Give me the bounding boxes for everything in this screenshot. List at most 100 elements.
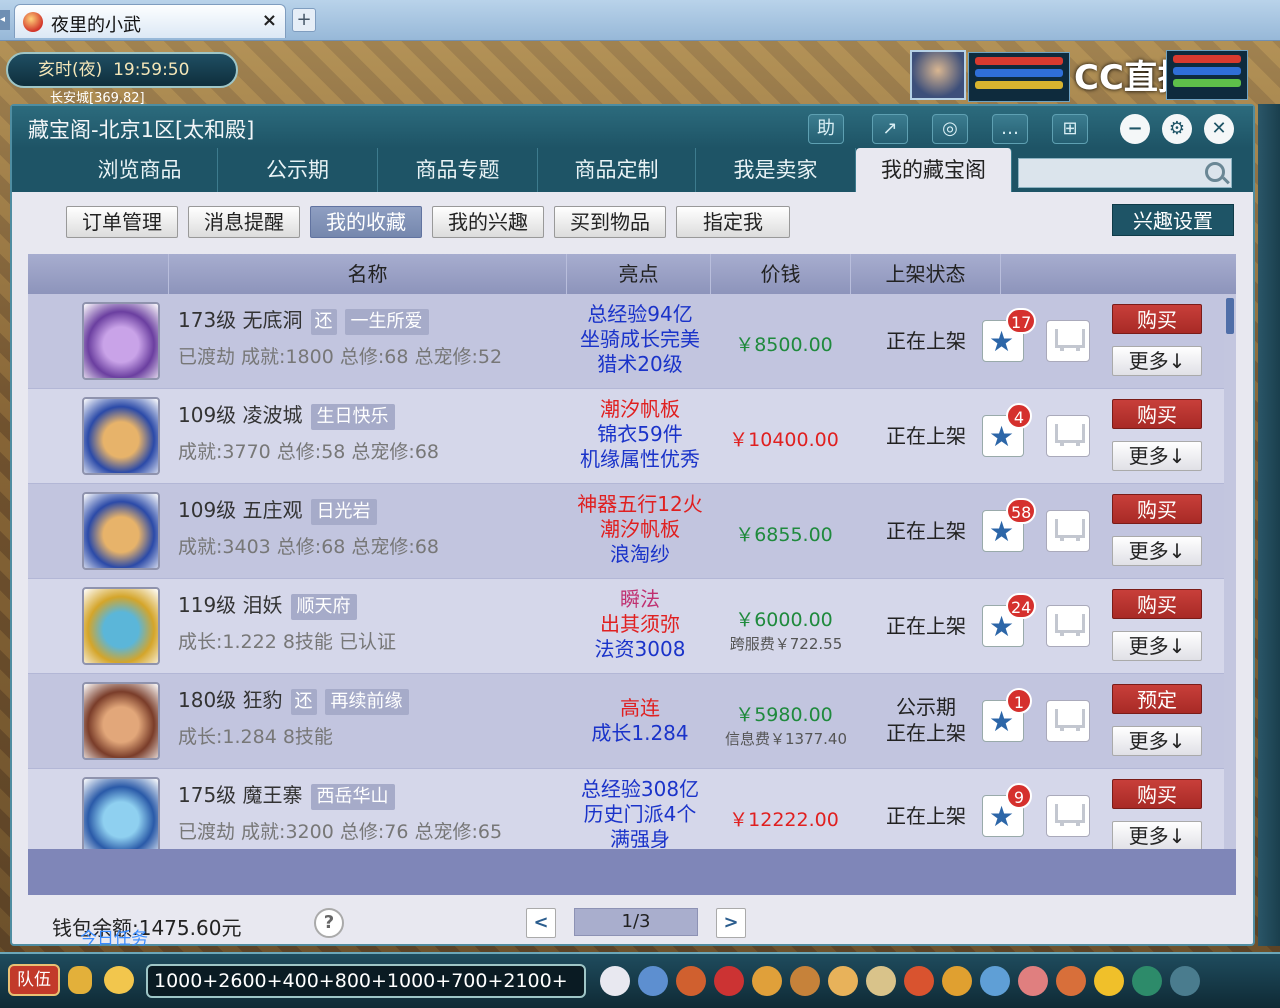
firework-icon[interactable] [904,966,934,996]
computer-icon[interactable] [1170,966,1200,996]
more-button[interactable]: 更多↓ [1112,441,1202,471]
add-to-cart-button[interactable] [1046,700,1090,742]
treasure-chest-icon[interactable] [676,966,706,996]
system-icon[interactable] [1132,966,1162,996]
add-to-cart-button[interactable] [1046,510,1090,552]
help-icon[interactable]: 助 [808,114,844,144]
my-interests-button[interactable]: 我的兴趣 [432,206,544,238]
new-tab-button[interactable]: + [292,8,316,32]
item-title[interactable]: 119级 泪妖 顺天府 [178,589,357,620]
game-clock: 亥时(夜) 19:59:50 [6,52,238,88]
item-title[interactable]: 109级 凌波城 生日快乐 [178,399,395,430]
daily-task-overlay[interactable]: 今日任务 [80,924,148,949]
more-button[interactable]: 更多↓ [1112,536,1202,566]
search-input[interactable] [1018,158,1232,188]
next-page-button[interactable]: > [716,908,746,938]
tab-public-period[interactable]: 公示期 [218,148,378,192]
buy-button[interactable]: 购买 [1112,304,1202,334]
assigned-to-me-button[interactable]: 指定我 [676,206,790,238]
team-button[interactable]: 队伍 [8,964,60,996]
character-avatar[interactable] [82,492,160,570]
character-avatar[interactable] [82,587,160,665]
tab-seller[interactable]: 我是卖家 [696,148,856,192]
item-title[interactable]: 180级 狂豹还再续前缘 [178,684,409,715]
item-title[interactable]: 173级 无底洞还一生所爱 [178,304,429,335]
table-footer-band [28,849,1236,895]
tab-topics[interactable]: 商品专题 [378,148,538,192]
purchased-items-button[interactable]: 买到物品 [554,206,666,238]
add-to-cart-button[interactable] [1046,415,1090,457]
close-tab-icon[interactable]: × [262,10,277,31]
tab-browse[interactable]: 浏览商品 [62,148,218,192]
emote-icon[interactable] [104,966,134,994]
minimize-icon[interactable]: − [1120,114,1150,144]
buy-button[interactable]: 购买 [1112,589,1202,619]
scrollbar-thumb[interactable] [1226,298,1234,334]
tab-scroll-left-icon[interactable]: ◂ [0,10,10,30]
interest-settings-button[interactable]: 兴趣设置 [1112,204,1234,236]
character-avatar[interactable] [82,397,160,475]
guild-icon[interactable] [790,966,820,996]
item-highlights: 瞬法 出其须弥 法资3008 [568,587,712,662]
item-tag: 生日快乐 [310,404,395,430]
my-favorites-button[interactable]: 我的收藏 [310,206,422,238]
item-highlights: 高连 成长1.284 [568,696,712,746]
tab-my-pavilion[interactable]: 我的藏宝阁 [856,148,1012,192]
table-scrollbar[interactable] [1224,294,1236,849]
item-title[interactable]: 109级 五庄观 日光岩 [178,494,377,525]
help-question-icon[interactable]: ? [314,908,344,938]
settings-gear-icon[interactable]: ⚙ [1162,114,1192,144]
listing-status: 正在上架 [876,613,976,639]
buy-button[interactable]: 购买 [1112,399,1202,429]
notifications-button[interactable]: 消息提醒 [188,206,300,238]
character-avatar[interactable] [82,302,160,380]
scroll-icon[interactable] [866,966,896,996]
prev-page-button[interactable]: < [526,908,556,938]
table-row[interactable]: 175级 魔王寨 西岳华山 已渡劫 成就:3200 总修:76 总宠修:65 总经验3… [28,769,1224,849]
order-management-button[interactable]: 订单管理 [66,206,178,238]
microphone-icon[interactable] [68,966,92,994]
record-icon[interactable]: ◎ [932,114,968,144]
more-button[interactable]: 更多↓ [1112,726,1202,756]
chat-bubble-icon[interactable]: … [992,114,1028,144]
search-icon[interactable] [1205,162,1225,182]
tab-custom[interactable]: 商品定制 [538,148,696,192]
chat-input[interactable]: 1000+2600+400+800+1000+700+2100+ [146,964,586,998]
table-row[interactable]: 173级 无底洞还一生所爱 已渡劫 成就:1800 总修:68 总宠修:52 总经验… [28,294,1224,389]
close-window-icon[interactable]: ✕ [1204,114,1234,144]
character-avatar[interactable] [82,777,160,849]
table-row[interactable]: 180级 狂豹还再续前缘 成长:1.284 8技能 高连 成长1.284 ￥5980.0… [28,674,1224,769]
item-tag: 还 [290,689,317,715]
pet-icon[interactable] [600,966,630,996]
table-row[interactable]: 109级 五庄观 日光岩 成就:3403 总修:68 总宠修:68 神器五行12火 潮汐… [28,484,1224,579]
item-title[interactable]: 175级 魔王寨 西岳华山 [178,779,395,810]
bell-icon[interactable] [942,966,972,996]
peach-icon[interactable] [1018,966,1048,996]
item-bag-icon[interactable] [714,966,744,996]
handshake-icon[interactable] [1056,966,1086,996]
table-row[interactable]: 119级 泪妖 顺天府 成长:1.222 8技能 已认证 瞬法 出其须弥 法资3008 ￥6… [28,579,1224,674]
more-button[interactable]: 更多↓ [1112,821,1202,849]
sword-icon[interactable] [638,966,668,996]
col-name: 名称 [168,254,566,294]
add-to-cart-button[interactable] [1046,320,1090,362]
character-avatar[interactable] [82,682,160,760]
tiger-icon[interactable] [828,966,858,996]
share-icon[interactable]: ↗ [872,114,908,144]
buy-button[interactable]: 购买 [1112,779,1202,809]
gift-icon[interactable] [752,966,782,996]
highlight-line: 潮汐帆板 [600,397,680,421]
table-row[interactable]: 109级 凌波城 生日快乐 成就:3770 总修:58 总宠修:68 潮汐帆板 锦衣59… [28,389,1224,484]
game-bottom-bar: 队伍 1000+2600+400+800+1000+700+2100+ [0,952,1280,1008]
add-to-cart-button[interactable] [1046,605,1090,647]
more-button[interactable]: 更多↓ [1112,346,1202,376]
buy-button[interactable]: 购买 [1112,494,1202,524]
smiley-icon[interactable] [1094,966,1124,996]
cart-toolbar-icon[interactable]: ⊞ [1052,114,1088,144]
character-portrait[interactable] [910,50,966,100]
buy-button[interactable]: 预定 [1112,684,1202,714]
more-button[interactable]: 更多↓ [1112,631,1202,661]
add-to-cart-button[interactable] [1046,795,1090,837]
map-icon[interactable] [980,966,1010,996]
browser-tab[interactable]: 夜里的小武 × [14,4,286,38]
